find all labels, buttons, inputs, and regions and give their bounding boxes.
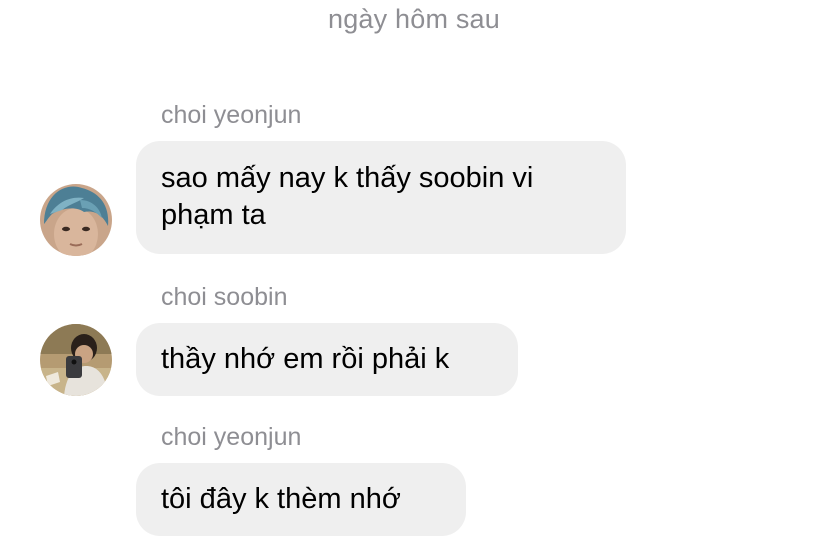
message-bubble[interactable]: thầy nhớ em rồi phải k bbox=[136, 323, 518, 396]
sender-name: choi soobin bbox=[161, 283, 288, 311]
sender-name: choi yeonjun bbox=[161, 101, 302, 129]
sender-name: choi yeonjun bbox=[161, 423, 302, 451]
message-text: sao mấy nay k thấy soobin vi phạm ta bbox=[161, 162, 534, 231]
profile-photo-mirror-selfie-icon bbox=[40, 324, 112, 396]
message-bubble[interactable]: sao mấy nay k thấy soobin vi phạm ta bbox=[136, 141, 626, 254]
date-separator: ngày hôm sau bbox=[327, 4, 500, 34]
message-bubble[interactable]: tôi đây k thèm nhớ bbox=[136, 463, 466, 536]
profile-photo-blue-hair-icon bbox=[40, 184, 112, 256]
avatar[interactable] bbox=[40, 184, 112, 256]
message-text: tôi đây k thèm nhớ bbox=[161, 483, 401, 515]
avatar[interactable] bbox=[40, 324, 112, 396]
chat-thread: ngày hôm sau choi yeonjun sao mấy nay k … bbox=[0, 0, 828, 536]
message-text: thầy nhớ em rồi phải k bbox=[161, 343, 450, 375]
